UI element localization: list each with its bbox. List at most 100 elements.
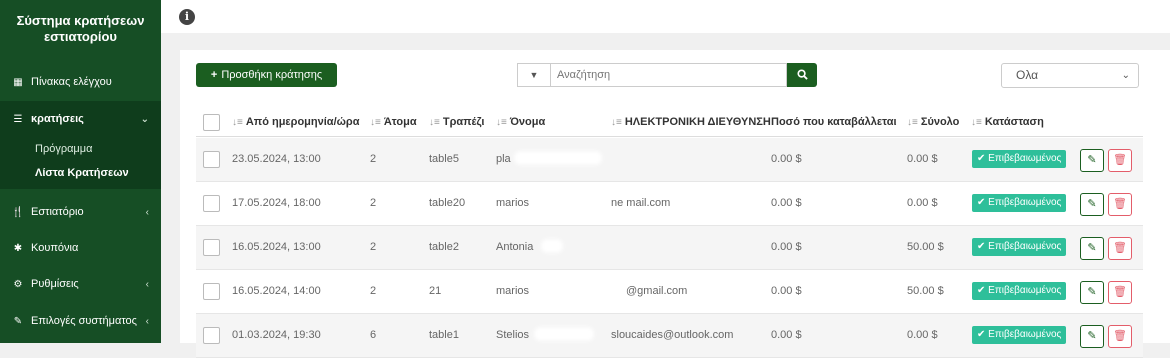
edit-button[interactable]: ✎	[1080, 237, 1104, 260]
column-header-label: Τραπέζι	[442, 116, 485, 128]
cell-total: 0.00 $	[907, 197, 938, 209]
edit-button[interactable]: ✎	[1080, 325, 1104, 348]
sidebar-item-label: Πίνακας ελέγχου	[31, 76, 112, 88]
row-checkbox[interactable]	[203, 283, 220, 300]
sidebar-item-system-options[interactable]: ✎ Επιλογές συστήματος ‹	[0, 303, 161, 339]
delete-button[interactable]: 🗑	[1108, 149, 1132, 172]
pencil-icon: ✎	[1087, 198, 1097, 210]
cell-paid: 0.00 $	[771, 241, 802, 253]
sidebar-item-dashboard[interactable]: ▦ Πίνακας ελέγχου	[0, 64, 161, 100]
chevron-down-icon: ⌄	[140, 113, 149, 125]
select-all-checkbox[interactable]	[203, 114, 220, 131]
cell-name: Stelios	[496, 329, 530, 341]
cell-total: 50.00 $	[907, 285, 944, 297]
cell-table: 21	[429, 285, 442, 297]
cell-paid: 0.00 $	[771, 197, 802, 209]
status-filter-select[interactable]: Ολα ⌄	[1001, 63, 1139, 88]
info-icon[interactable]: i	[179, 9, 195, 25]
edit-button[interactable]: ✎	[1080, 281, 1104, 304]
check-icon: ✔	[977, 329, 986, 340]
search-input[interactable]	[550, 63, 787, 87]
cell-date: 16.05.2024, 14:00	[232, 285, 321, 297]
sidebar-subitem-schedule[interactable]: Πρόγραμμα	[35, 143, 92, 155]
sidebar-item-settings[interactable]: ⚙ Ρυθμίσεις ‹	[0, 266, 161, 302]
trash-icon: 🗑	[1113, 198, 1127, 210]
column-header-label: Άτομα	[383, 116, 417, 128]
chevron-left-icon: ‹	[145, 315, 149, 327]
row-checkbox[interactable]	[203, 151, 220, 168]
redaction-blur	[534, 327, 594, 341]
chevron-down-icon: ⌄	[1121, 70, 1130, 81]
delete-button[interactable]: 🗑	[1108, 193, 1132, 216]
row-checkbox[interactable]	[203, 239, 220, 256]
app-brand: Σύστημα κρατήσεων εστιατορίου	[16, 13, 145, 44]
check-icon: ✔	[977, 241, 986, 252]
table-row[interactable]: 23.05.2024, 13:00 2 table5 pla 0.00 $ 0.…	[196, 138, 1143, 182]
column-header-name[interactable]: ↓≡ Όνομα	[496, 116, 545, 128]
sort-icon: ↓≡	[611, 117, 622, 128]
cell-email: ne mail.com	[611, 197, 671, 209]
table-row[interactable]: 16.05.2024, 14:00 2 21 marios @gmail.com…	[196, 270, 1143, 314]
delete-button[interactable]: 🗑	[1108, 237, 1132, 260]
status-badge: ✔ Επιβεβαιωμένος	[972, 326, 1067, 344]
gift-icon: ✱	[13, 242, 23, 254]
cell-table: table5	[429, 153, 459, 165]
sidebar-item-coupons[interactable]: ✱ Κουπόνια	[0, 230, 161, 266]
cell-paid: 0.00 $	[771, 153, 802, 165]
pencil-icon: ✎	[1087, 242, 1097, 254]
sidebar-item-reservations[interactable]: ☰ κρατήσεις ⌄	[0, 101, 161, 137]
edit-button[interactable]: ✎	[1080, 149, 1104, 172]
column-header-label: Από ημερομηνία/ώρα	[245, 116, 360, 128]
search-button[interactable]	[787, 63, 817, 87]
pencil-icon: ✎	[1087, 286, 1097, 298]
sort-icon: ↓≡	[496, 117, 507, 128]
cell-date: 23.05.2024, 13:00	[232, 153, 321, 165]
add-reservation-button[interactable]: + Προσθήκη κράτησης	[196, 63, 337, 87]
sidebar-item-label: Κουπόνια	[31, 242, 79, 254]
gears-icon: ⚙	[13, 278, 23, 290]
column-header-label: Ποσό που καταβάλλεται	[771, 116, 897, 128]
table-header: ↓≡ Από ημερομηνία/ώρα ↓≡ Άτομα ↓≡ Τραπέζι ↓…	[196, 109, 1143, 137]
cell-date: 16.05.2024, 13:00	[232, 241, 321, 253]
status-badge: ✔ Επιβεβαιωμένος	[972, 150, 1067, 168]
column-header-label: Σύνολο	[920, 116, 960, 128]
column-header-paid: Ποσό που καταβάλλεται	[771, 116, 897, 128]
cell-people: 6	[370, 329, 377, 341]
row-checkbox[interactable]	[203, 327, 220, 344]
cell-date: 01.03.2024, 19:30	[232, 329, 321, 341]
search-group: ▼	[517, 63, 817, 87]
cell-table: table1	[429, 329, 459, 341]
edit-button[interactable]: ✎	[1080, 193, 1104, 216]
trash-icon: 🗑	[1113, 330, 1127, 342]
cell-paid: 0.00 $	[771, 285, 802, 297]
cell-name: marios	[496, 197, 530, 209]
cell-email: sloucaides@outlook.com	[611, 329, 734, 341]
row-checkbox[interactable]	[203, 195, 220, 212]
cell-people: 2	[370, 285, 377, 297]
cell-name: pla	[496, 153, 511, 165]
column-header-people[interactable]: ↓≡ Άτομα	[370, 116, 417, 128]
table-row[interactable]: 01.03.2024, 19:30 6 table1 Stelios slouc…	[196, 314, 1143, 358]
column-header-total[interactable]: ↓≡ Σύνολο	[907, 116, 959, 128]
column-header-label: Κατάσταση	[984, 116, 1044, 128]
check-icon: ✔	[977, 197, 986, 208]
column-header-table[interactable]: ↓≡ Τραπέζι	[429, 116, 484, 128]
sidebar-item-restaurant[interactable]: 🍴 Εστιατόριο ‹	[0, 194, 161, 230]
cell-total: 0.00 $	[907, 153, 938, 165]
chevron-left-icon: ‹	[145, 278, 149, 290]
sort-icon: ↓≡	[429, 117, 440, 128]
cell-total: 0.00 $	[907, 329, 938, 341]
delete-button[interactable]: 🗑	[1108, 281, 1132, 304]
table-row[interactable]: 17.05.2024, 18:00 2 table20 marios ne ma…	[196, 182, 1143, 226]
column-header-email[interactable]: ↓≡ ΗΛΕΚΤΡΟΝΙΚΗ ΔΙΕΥΘΥΝΣΗ	[611, 116, 771, 128]
status-filter-value: Ολα	[1016, 68, 1039, 82]
column-header-status[interactable]: ↓≡ Κατάσταση	[971, 116, 1044, 128]
search-dropdown-toggle[interactable]: ▼	[517, 63, 550, 87]
sort-icon: ↓≡	[370, 117, 381, 128]
sidebar-subitem-reservation-list[interactable]: Λίστα Κρατήσεων	[35, 167, 129, 179]
status-label: Επιβεβαιωμένος	[988, 285, 1062, 296]
table-row[interactable]: 16.05.2024, 13:00 2 table2 Antonia 0.00 …	[196, 226, 1143, 270]
column-header-date[interactable]: ↓≡ Από ημερομηνία/ώρα	[232, 116, 359, 128]
cell-name: marios	[496, 285, 530, 297]
delete-button[interactable]: 🗑	[1108, 325, 1132, 348]
